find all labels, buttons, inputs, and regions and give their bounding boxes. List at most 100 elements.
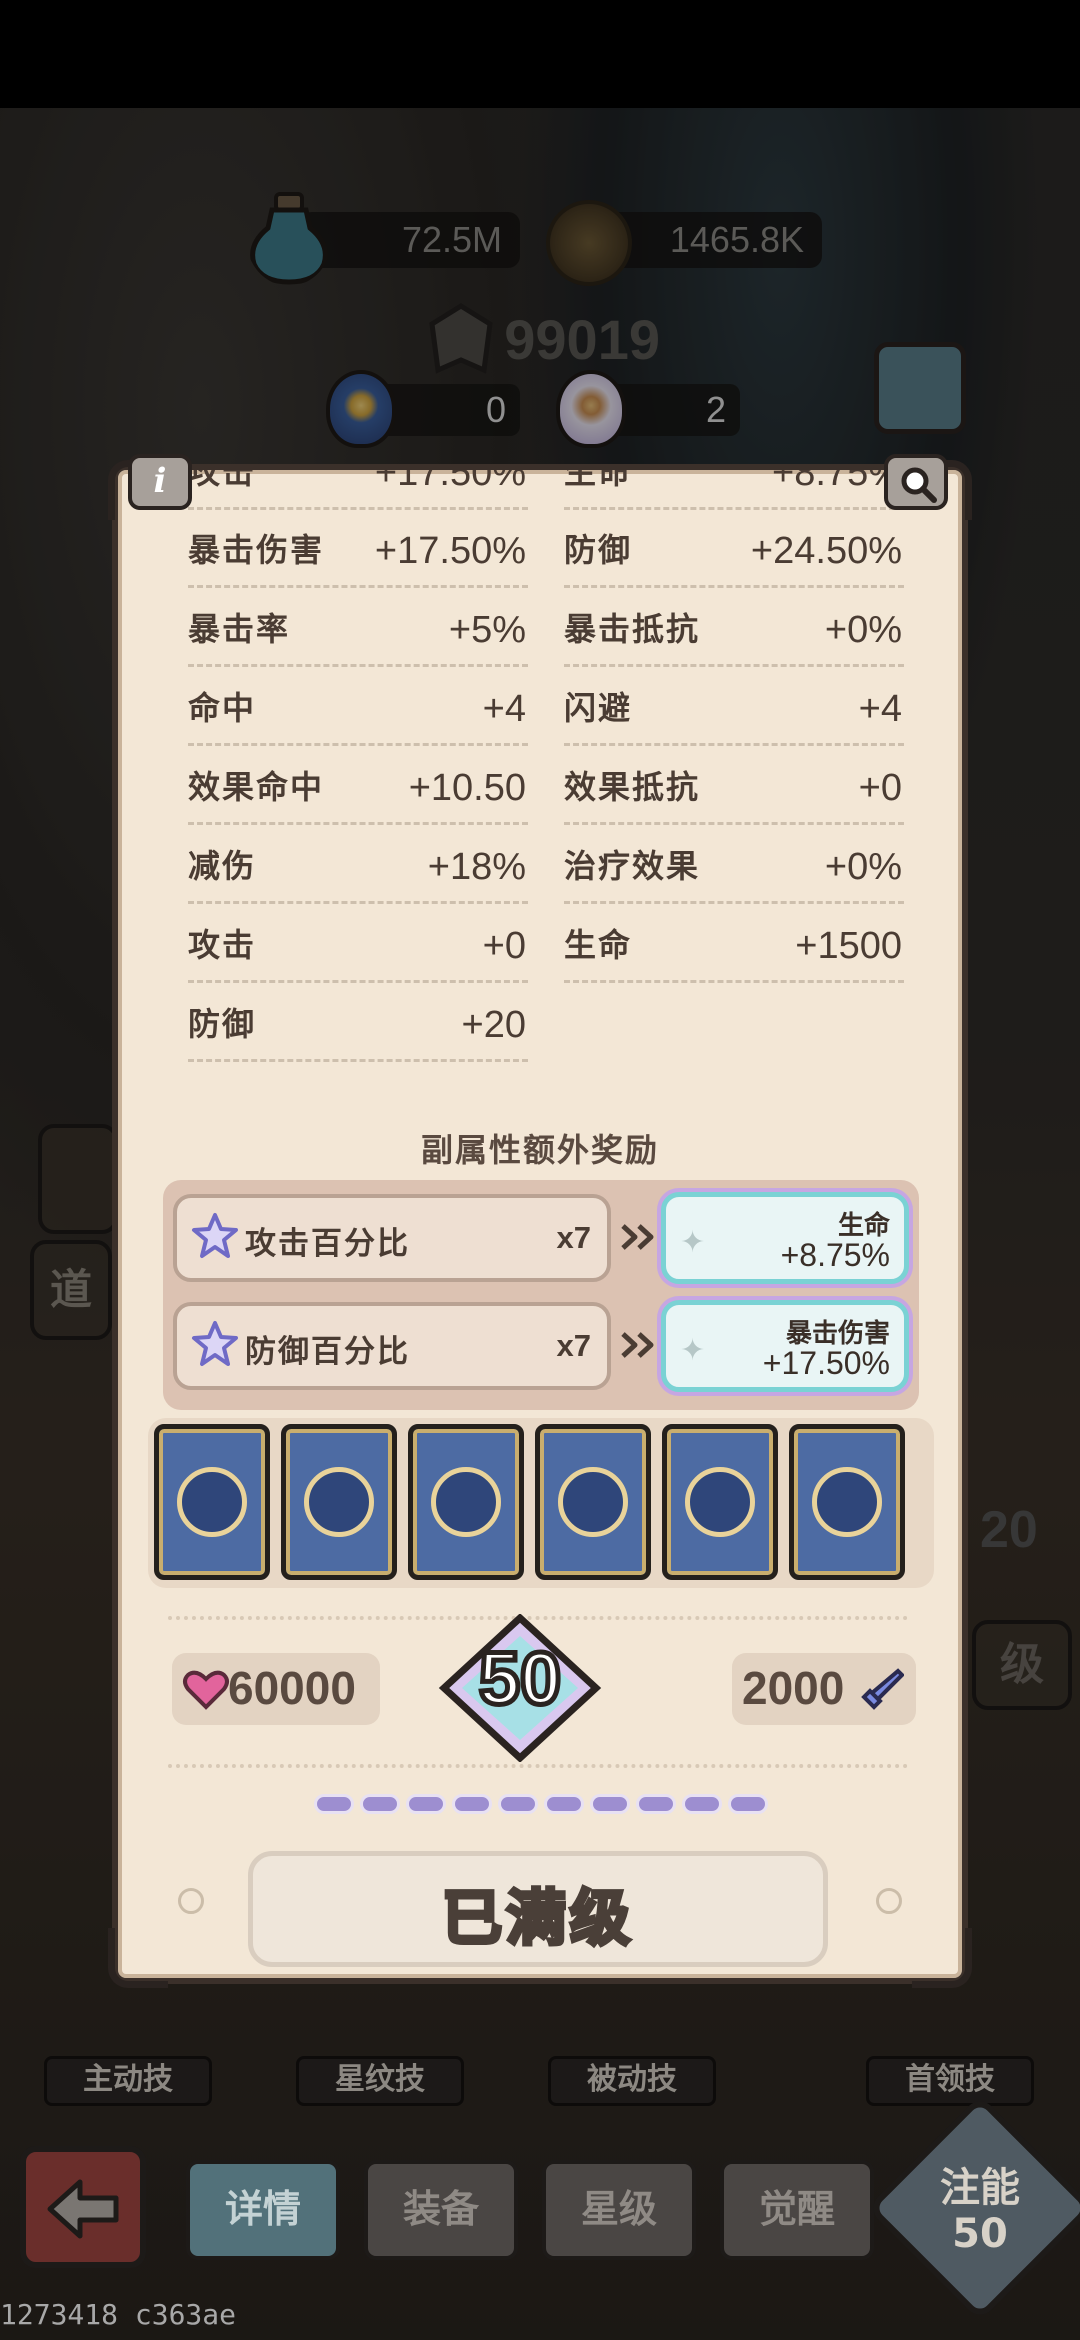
level-progress-bar — [314, 1794, 770, 1816]
stat-value: +0 — [858, 767, 902, 809]
rune-card[interactable] — [535, 1424, 651, 1580]
stat-row: 暴击伤害 +17.50% — [188, 510, 528, 588]
double-chevron-icon — [621, 1332, 654, 1358]
rune-card-row — [148, 1418, 934, 1588]
stat-row: 生命 +1500 — [564, 905, 904, 983]
progress-segment — [636, 1794, 676, 1814]
panel-corner — [108, 1928, 168, 1988]
stat-value: +10.50 — [408, 767, 526, 809]
double-chevron-icon — [621, 1224, 654, 1250]
infuse-label-line1: 注能 — [940, 2165, 1020, 2211]
stat-row: 暴击抵抗 +0% — [564, 589, 904, 667]
stat-name: 命中 — [188, 689, 257, 727]
rune-detail-panel: 攻击 +17.50% 暴击伤害 +17.50% 暴击率 +5% 命中 +4 效果命中 +1… — [112, 464, 968, 1984]
bonus-section-title: 副属性额外奖励 — [420, 1131, 659, 1169]
stat-row: 效果命中 +10.50 — [188, 747, 528, 825]
bonus-source-name: 防御百分比 — [245, 1334, 410, 1370]
stat-name: 攻击 — [188, 464, 257, 491]
figure-emblem-icon — [431, 1467, 501, 1537]
sparkle-icon: ✦ — [680, 1333, 706, 1368]
heart-cost-value: 60000 — [228, 1662, 356, 1714]
tab-equipment[interactable]: 装备 — [364, 2160, 518, 2260]
stat-row: 攻击 +0 — [188, 905, 528, 983]
panel-corner — [912, 1928, 972, 1988]
sword-cost: 2000 — [732, 1653, 916, 1725]
tab-star-level[interactable]: 星级 — [542, 2160, 696, 2260]
info-button[interactable]: i — [128, 454, 192, 510]
stat-row: 治疗效果 +0% — [564, 826, 904, 904]
back-button[interactable] — [20, 2146, 146, 2268]
progress-segment — [360, 1794, 400, 1814]
stat-row: 减伤 +18% — [188, 826, 528, 904]
ornament-dot — [876, 1888, 902, 1914]
debug-overlay-text: 1273418 c363ae — [0, 2298, 237, 2331]
back-arrow-icon — [47, 2179, 119, 2239]
rune-card[interactable] — [154, 1424, 270, 1580]
stat-row: 效果抵抗 +0 — [564, 747, 904, 825]
search-icon — [901, 467, 937, 503]
stat-value: +4 — [482, 688, 526, 730]
infuse-label: 注能 50 — [900, 2165, 1060, 2257]
stat-name: 防御 — [564, 531, 633, 569]
progress-segment — [452, 1794, 492, 1814]
rune-card[interactable] — [408, 1424, 524, 1580]
sword-cost-value: 2000 — [742, 1662, 845, 1714]
stat-value: +4 — [858, 688, 902, 730]
stat-value: +0% — [824, 846, 902, 888]
figure-emblem-icon — [304, 1467, 374, 1537]
tab-awaken[interactable]: 觉醒 — [720, 2160, 874, 2260]
progress-segment — [406, 1794, 446, 1814]
stats-grid: 攻击 +17.50% 暴击伤害 +17.50% 暴击率 +5% 命中 +4 效果命中 +1… — [188, 470, 908, 1110]
stat-name: 效果命中 — [188, 768, 325, 806]
stat-row: 生命 +8.75% — [564, 464, 904, 510]
bonus-reward: ✦ 生命 +8.75% — [661, 1192, 909, 1284]
rune-card[interactable] — [662, 1424, 778, 1580]
max-level-label: 已满级 — [440, 1882, 634, 1956]
stat-row: 闪避 +4 — [564, 668, 904, 746]
stat-row: 攻击 +17.50% — [188, 464, 528, 510]
stat-name: 闪避 — [564, 689, 633, 727]
stat-value: +5% — [448, 609, 526, 651]
bonus-reward: ✦ 暴击伤害 +17.50% — [661, 1300, 909, 1392]
stat-value: +18% — [427, 846, 526, 888]
rune-card[interactable] — [789, 1424, 905, 1580]
progress-segment — [682, 1794, 722, 1814]
ornament-dot — [178, 1888, 204, 1914]
tab-details[interactable]: 详情 — [186, 2160, 340, 2260]
stat-row: 命中 +4 — [188, 668, 528, 746]
bonus-reward-value: +17.50% — [762, 1345, 890, 1381]
figure-emblem-icon — [558, 1467, 628, 1537]
bonus-source-name: 攻击百分比 — [245, 1226, 410, 1262]
stat-name: 生命 — [564, 464, 633, 491]
rune-card[interactable] — [281, 1424, 397, 1580]
bonus-source: 攻击百分比 x7 — [173, 1194, 611, 1282]
figure-emblem-icon — [685, 1467, 755, 1537]
stat-value: +1500 — [795, 925, 902, 967]
stat-name: 暴击伤害 — [188, 531, 325, 569]
figure-emblem-icon — [177, 1467, 247, 1537]
status-bar — [0, 0, 1080, 108]
bonus-source: 防御百分比 x7 — [173, 1302, 611, 1390]
stat-value: +0 — [482, 925, 526, 967]
infuse-label-line2: 50 — [952, 2211, 1008, 2257]
stat-name: 减伤 — [188, 847, 257, 885]
bonus-multiplier: x7 — [556, 1220, 591, 1255]
sword-icon — [861, 1668, 904, 1710]
stat-row: 防御 +24.50% — [564, 510, 904, 588]
stat-value: +17.50% — [374, 530, 526, 572]
stat-value: +0% — [824, 609, 902, 651]
stat-name: 暴击抵抗 — [564, 610, 701, 648]
progress-segment — [544, 1794, 584, 1814]
stat-value: +24.50% — [750, 530, 902, 572]
stat-row: 暴击率 +5% — [188, 589, 528, 667]
progress-segment — [314, 1794, 354, 1814]
heart-cost: 60000 — [172, 1653, 380, 1725]
stat-value: +20 — [461, 1004, 526, 1046]
search-button[interactable] — [884, 454, 948, 510]
stat-value: +8.75% — [772, 464, 902, 494]
stat-row: 防御 +20 — [188, 984, 528, 1062]
level-number: 50 — [476, 1635, 563, 1723]
bonus-box: 攻击百分比 x7 ✦ 生命 +8.75% 防御百分比 x7 ✦ 暴击伤害 +17… — [163, 1180, 919, 1410]
stat-name: 治疗效果 — [564, 847, 701, 885]
stat-value: +17.50% — [374, 464, 526, 494]
